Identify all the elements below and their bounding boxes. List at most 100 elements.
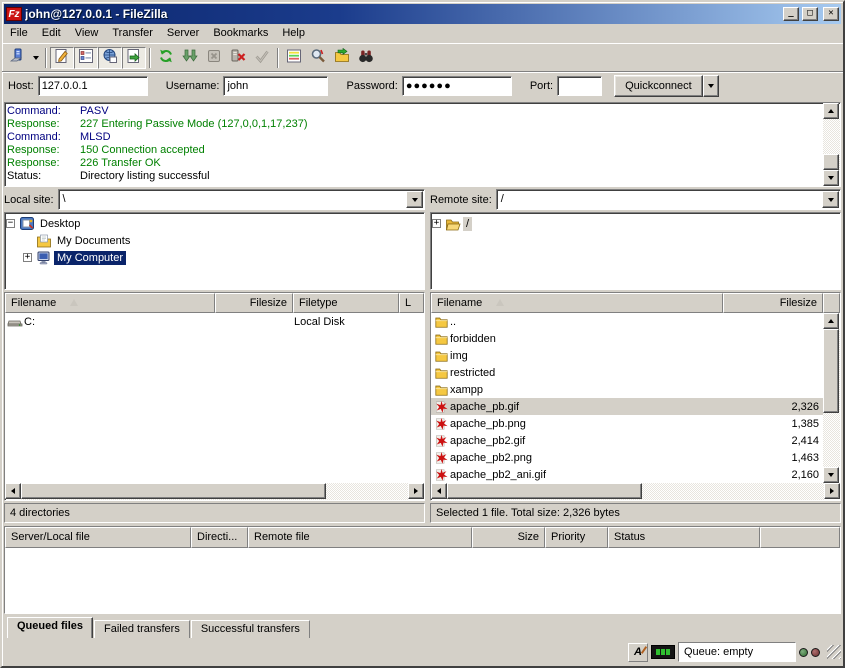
scroll-track[interactable] xyxy=(823,329,840,467)
username-input[interactable] xyxy=(223,76,328,96)
directory-comparison-button[interactable] xyxy=(282,47,306,69)
expand-icon[interactable]: + xyxy=(432,219,441,228)
scroll-right-button[interactable] xyxy=(824,483,840,499)
column-header-filename[interactable]: Filename xyxy=(5,293,215,313)
cancel-button[interactable] xyxy=(202,47,226,69)
scroll-track[interactable] xyxy=(823,119,840,170)
column-header-status[interactable]: Status xyxy=(608,527,760,548)
toggle-remote-tree-button[interactable] xyxy=(98,47,122,69)
quickconnect-dropdown[interactable] xyxy=(703,75,719,97)
remote-file-row[interactable]: apache_pb2.gif2,414 xyxy=(431,432,823,449)
local-hscrollbar[interactable] xyxy=(5,483,424,500)
toggle-queue-button[interactable] xyxy=(122,47,146,69)
speedlimit-indicator-icon[interactable] xyxy=(651,645,675,659)
scroll-up-button[interactable] xyxy=(823,313,839,329)
column-header-server-local-file[interactable]: Server/Local file xyxy=(5,527,191,548)
remote-vscrollbar[interactable] xyxy=(823,313,840,483)
menu-edit[interactable]: Edit xyxy=(35,25,68,42)
scroll-track[interactable] xyxy=(447,483,824,500)
remote-file-row[interactable]: restricted xyxy=(431,364,823,381)
remote-file-row[interactable]: xampp xyxy=(431,381,823,398)
minimize-button[interactable]: _ xyxy=(783,7,799,21)
scroll-left-button[interactable] xyxy=(431,483,447,499)
password-input[interactable] xyxy=(402,76,512,96)
scroll-right-button[interactable] xyxy=(408,483,424,499)
host-input[interactable] xyxy=(38,76,148,96)
tab-successful-transfers[interactable]: Successful transfers xyxy=(191,620,310,638)
remote-file-row[interactable]: apache_pb2.png1,463 xyxy=(431,449,823,466)
scroll-thumb[interactable] xyxy=(21,483,326,499)
scroll-down-button[interactable] xyxy=(823,467,839,483)
resize-grip[interactable] xyxy=(827,645,841,659)
remote-file-row-selected[interactable]: apache_pb.gif2,326 xyxy=(431,398,823,415)
remote-file-row[interactable]: .. xyxy=(431,313,823,330)
column-header-size[interactable]: Size xyxy=(472,527,545,548)
local-site-dropdown[interactable] xyxy=(406,191,423,208)
scroll-thumb[interactable] xyxy=(823,329,839,413)
scroll-track[interactable] xyxy=(21,483,408,500)
tab-failed-transfers[interactable]: Failed transfers xyxy=(94,620,190,638)
tree-item-desktop[interactable]: − Desktop xyxy=(6,215,423,232)
folder-icon xyxy=(431,331,449,347)
reconnect-button[interactable] xyxy=(250,47,274,69)
maximize-button[interactable]: □ xyxy=(802,7,818,21)
menu-file[interactable]: File xyxy=(3,25,35,42)
tab-queued-files[interactable]: Queued files xyxy=(7,617,93,638)
menu-transfer[interactable]: Transfer xyxy=(105,25,160,42)
scroll-left-button[interactable] xyxy=(5,483,21,499)
tree-item-my-computer[interactable]: + My Computer xyxy=(6,249,423,266)
folder-icon xyxy=(431,348,449,364)
scroll-thumb[interactable] xyxy=(823,154,839,170)
remote-file-row[interactable]: forbidden xyxy=(431,330,823,347)
tree-item-my-documents[interactable]: My Documents xyxy=(6,232,423,249)
expand-icon[interactable]: + xyxy=(23,253,32,262)
queue-body[interactable] xyxy=(5,548,840,613)
remote-file-row[interactable]: img xyxy=(431,347,823,364)
tree-item-root[interactable]: + / xyxy=(432,215,839,232)
synchronized-browsing-button[interactable] xyxy=(330,47,354,69)
menu-bookmarks[interactable]: Bookmarks xyxy=(206,25,275,42)
port-input[interactable] xyxy=(557,76,602,96)
site-manager-button[interactable] xyxy=(5,47,29,69)
file-search-button[interactable] xyxy=(354,47,378,69)
local-status-text: 4 directories xyxy=(4,503,425,523)
local-file-row[interactable]: C: Local Disk xyxy=(5,313,424,330)
remote-site-dropdown[interactable] xyxy=(822,191,839,208)
local-site-combobox[interactable]: \ xyxy=(58,189,425,210)
menu-view[interactable]: View xyxy=(68,25,106,42)
column-header-filename[interactable]: Filename xyxy=(431,293,723,313)
filename-filters-button[interactable] xyxy=(306,47,330,69)
log-scrollbar[interactable] xyxy=(823,103,840,186)
quickconnect-button[interactable]: Quickconnect xyxy=(614,75,703,97)
column-header-direction[interactable]: Directi... xyxy=(191,527,248,548)
toggle-message-log-button[interactable] xyxy=(50,47,74,69)
column-header-filesize[interactable]: Filesize xyxy=(215,293,293,313)
arrow-up-icon xyxy=(828,109,834,113)
column-header-priority[interactable]: Priority xyxy=(545,527,608,548)
menu-help[interactable]: Help xyxy=(275,25,312,42)
column-header-last-modified[interactable]: L xyxy=(399,293,424,313)
ascii-datatype-icon[interactable]: A xyxy=(628,643,648,662)
scroll-up-button[interactable] xyxy=(823,103,839,119)
toggle-local-tree-button[interactable] xyxy=(74,47,98,69)
remote-site-label: Remote site: xyxy=(430,194,492,206)
column-header-filesize[interactable]: Filesize xyxy=(723,293,823,313)
scroll-thumb[interactable] xyxy=(447,483,642,499)
remote-hscrollbar[interactable] xyxy=(431,483,840,500)
remote-file-row[interactable]: apache_pb2_ani.gif2,160 xyxy=(431,466,823,483)
disconnect-button[interactable] xyxy=(226,47,250,69)
remote-file-row[interactable]: apache_pb.png1,385 xyxy=(431,415,823,432)
column-header-filetype[interactable]: Filetype xyxy=(293,293,399,313)
toggle-message-log-icon xyxy=(54,48,70,67)
menu-server[interactable]: Server xyxy=(160,25,206,42)
process-queue-button[interactable] xyxy=(178,47,202,69)
refresh-button[interactable] xyxy=(154,47,178,69)
title-bar[interactable]: Fz john@127.0.0.1 - FileZilla _ □ ✕ xyxy=(4,4,841,24)
close-button[interactable]: ✕ xyxy=(823,7,839,21)
scroll-down-button[interactable] xyxy=(823,170,839,186)
remote-site-combobox[interactable]: / xyxy=(496,189,841,210)
site-manager-dropdown[interactable] xyxy=(29,47,42,69)
column-header-remote-file[interactable]: Remote file xyxy=(248,527,472,548)
sort-ascending-icon xyxy=(496,299,504,306)
collapse-icon[interactable]: − xyxy=(6,219,15,228)
